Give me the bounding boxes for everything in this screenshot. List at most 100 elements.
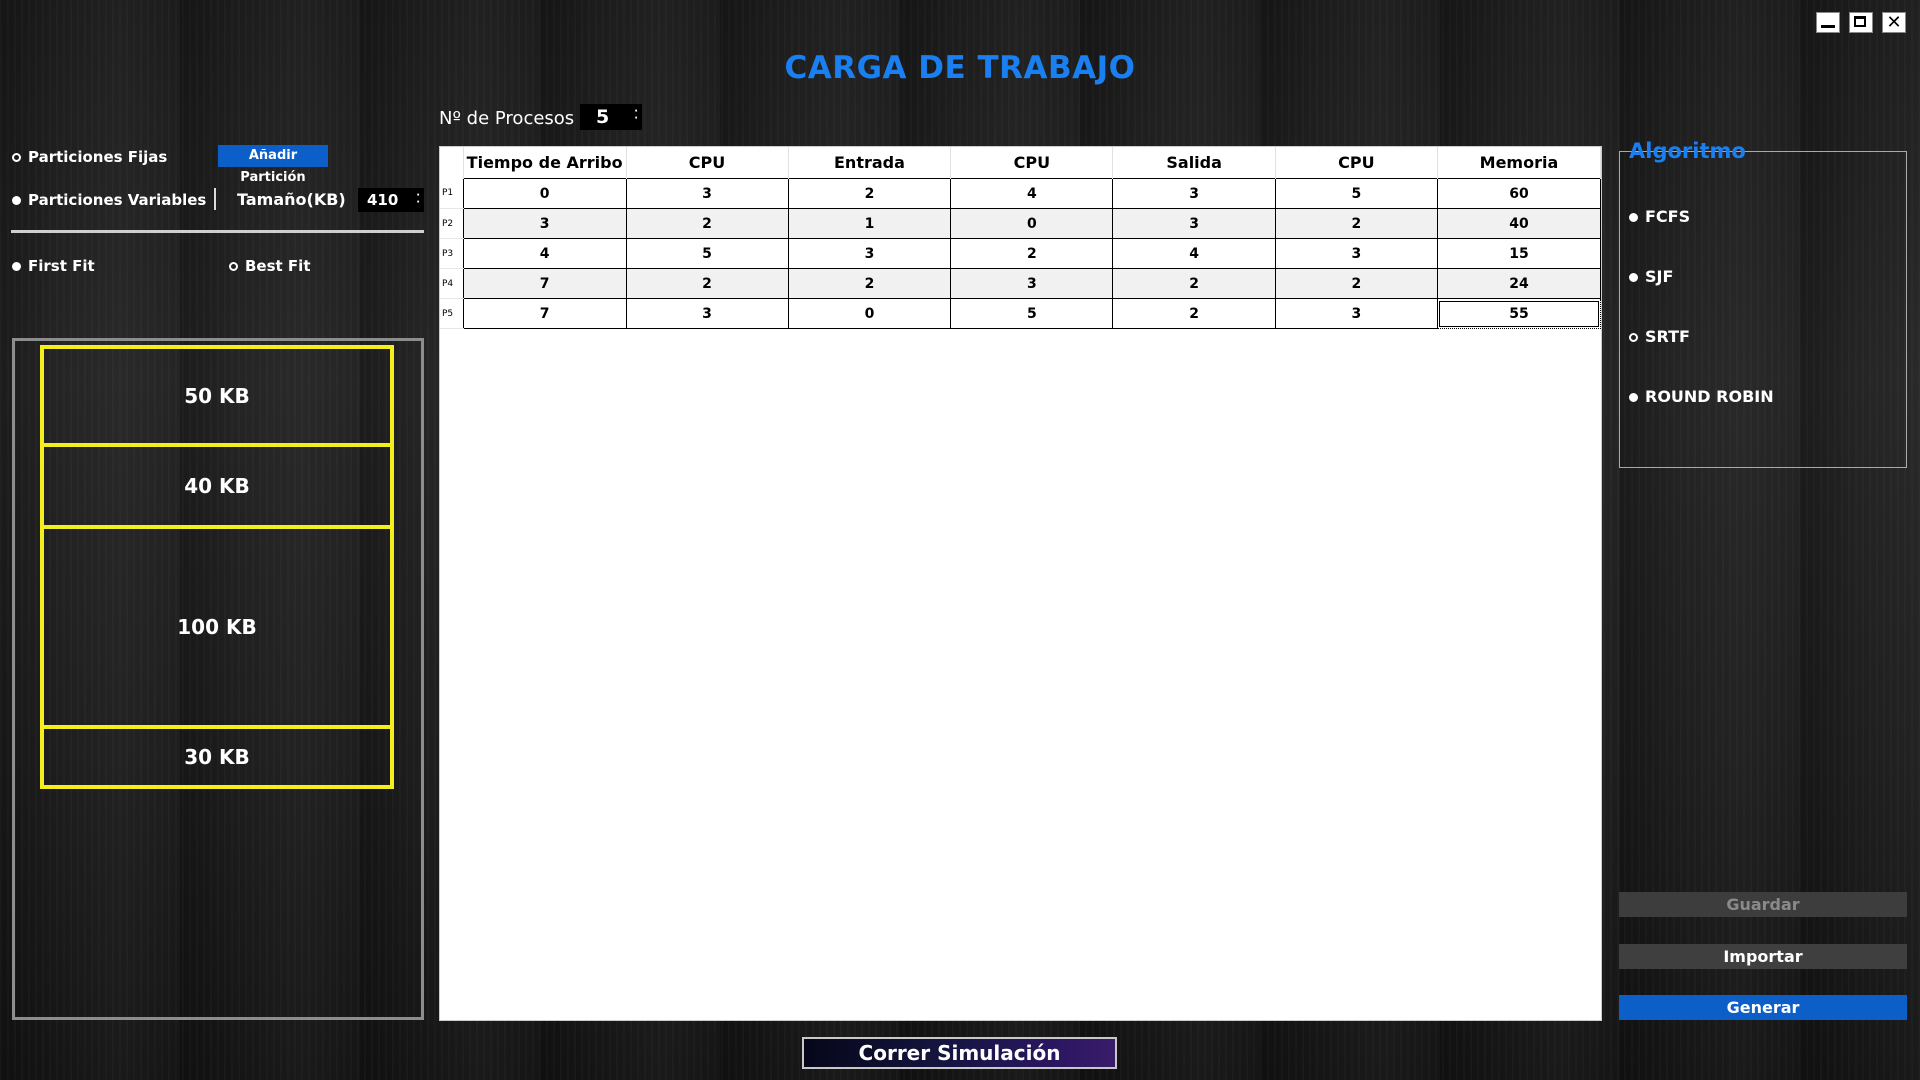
run-simulation-button[interactable]: Correr Simulación	[802, 1037, 1117, 1069]
save-button[interactable]: Guardar	[1619, 892, 1907, 917]
table-cell[interactable]: 1	[787, 208, 952, 239]
table-cell[interactable]: 2	[625, 268, 789, 299]
table-cell[interactable]: 4	[1112, 238, 1276, 269]
variable-partitions-option[interactable]: Particiones Variables	[12, 190, 206, 209]
table-cell[interactable]: 3	[1112, 208, 1276, 239]
best-fit-radio[interactable]	[229, 262, 238, 271]
table-header-row: Tiempo de Arribo CPU Entrada CPU Salida …	[440, 147, 1602, 179]
table-cell[interactable]: 40	[1436, 208, 1602, 239]
table-cell[interactable]: 3	[462, 208, 627, 239]
table-cell[interactable]: 3	[787, 238, 952, 269]
fixed-partitions-option[interactable]: Particiones Fijas	[12, 147, 167, 166]
table-cell[interactable]: 0	[462, 178, 627, 209]
table-cell[interactable]: 2	[1112, 298, 1276, 329]
divider	[11, 230, 424, 233]
table-cell[interactable]: 0	[787, 298, 952, 329]
column-header[interactable]: CPU	[950, 147, 1114, 179]
best-fit-label: Best Fit	[245, 257, 311, 275]
row-header[interactable]: P3	[440, 238, 464, 269]
row-header[interactable]: P2	[440, 208, 464, 239]
table-cell[interactable]: 2	[787, 268, 952, 299]
close-button[interactable]: ✕	[1882, 12, 1906, 33]
table-cell[interactable]: 0	[950, 208, 1114, 239]
table-cell[interactable]: 15	[1436, 238, 1602, 269]
first-fit-option[interactable]: First Fit	[12, 256, 95, 275]
srtf-label: SRTF	[1645, 327, 1690, 346]
memory-block: 100 KB	[40, 525, 394, 729]
row-header-corner	[440, 147, 464, 179]
table-cell[interactable]: 2	[625, 208, 789, 239]
sjf-radio[interactable]	[1629, 273, 1638, 282]
memory-block: 40 KB	[40, 443, 394, 529]
add-partition-button[interactable]: Añadir Partición	[218, 145, 328, 185]
process-count-value: 5	[596, 106, 610, 128]
sjf-label: SJF	[1645, 267, 1674, 286]
table-cell[interactable]: 2	[1112, 268, 1276, 299]
column-header[interactable]: Salida	[1112, 147, 1276, 179]
table-cell[interactable]: 4	[950, 178, 1114, 209]
minimize-button[interactable]	[1816, 12, 1840, 33]
column-header[interactable]: Entrada	[788, 147, 952, 179]
table-cell[interactable]: 3	[1112, 178, 1276, 209]
row-header[interactable]: P5	[440, 298, 464, 329]
table-cell[interactable]: 5	[625, 238, 789, 269]
separator	[214, 188, 216, 210]
maximize-button[interactable]	[1849, 12, 1873, 33]
table-cell[interactable]: 60	[1436, 178, 1602, 209]
table-cell[interactable]: 24	[1436, 268, 1602, 299]
algorithm-groupbox	[1619, 151, 1907, 468]
process-count-stepper[interactable]: 5 · ·	[580, 104, 642, 130]
table-row: P4 7 2 2 3 2 2 24	[440, 268, 1602, 299]
row-header[interactable]: P4	[440, 268, 464, 299]
table-cell[interactable]: 4	[462, 238, 627, 269]
stepper-arrows-icon[interactable]: · ·	[416, 191, 420, 208]
variable-partitions-radio[interactable]	[12, 196, 21, 205]
table-cell[interactable]: 3	[950, 268, 1114, 299]
algorithm-option-srtf[interactable]: SRTF	[1629, 327, 1690, 346]
page-title: CARGA DE TRABAJO	[784, 50, 1136, 86]
fixed-partitions-radio[interactable]	[12, 153, 21, 162]
first-fit-radio[interactable]	[12, 262, 21, 271]
memory-block-label: 40 KB	[184, 474, 250, 498]
algorithm-option-round-robin[interactable]: ROUND ROBIN	[1629, 387, 1774, 406]
fcfs-label: FCFS	[1645, 207, 1691, 226]
process-count-label: Nº de Procesos	[439, 108, 575, 129]
fcfs-radio[interactable]	[1629, 213, 1638, 222]
best-fit-option[interactable]: Best Fit	[229, 256, 311, 275]
variable-partitions-label: Particiones Variables	[28, 191, 207, 209]
column-header[interactable]: CPU	[1275, 147, 1438, 179]
column-header[interactable]: Tiempo de Arribo	[463, 147, 627, 179]
table-cell[interactable]: 5	[1274, 178, 1438, 209]
table-cell[interactable]: 3	[625, 298, 789, 329]
table-cell[interactable]: 2	[787, 178, 952, 209]
round-robin-radio[interactable]	[1629, 393, 1638, 402]
algorithm-option-sjf[interactable]: SJF	[1629, 267, 1673, 286]
generate-button[interactable]: Generar	[1619, 995, 1907, 1020]
table-cell[interactable]: 2	[1274, 208, 1438, 239]
table-row: P5 7 3 0 5 2 3 55	[440, 298, 1602, 329]
import-button[interactable]: Importar	[1619, 944, 1907, 969]
algorithm-option-fcfs[interactable]: FCFS	[1629, 207, 1690, 226]
workload-table-panel: Tiempo de Arribo CPU Entrada CPU Salida …	[439, 146, 1602, 1021]
table-cell[interactable]: 3	[625, 178, 789, 209]
stepper-arrows-icon[interactable]: · ·	[634, 107, 638, 124]
column-header[interactable]: Memoria	[1437, 147, 1602, 179]
table-cell[interactable]: 7	[462, 268, 627, 299]
table-cell[interactable]: 2	[1274, 268, 1438, 299]
table-cell[interactable]: 3	[1274, 238, 1438, 269]
row-header[interactable]: P1	[440, 178, 464, 209]
table-cell[interactable]: 5	[950, 298, 1114, 329]
column-header[interactable]: CPU	[626, 147, 789, 179]
size-value: 410	[367, 191, 399, 209]
memory-block-label: 100 KB	[177, 615, 257, 639]
workload-table: Tiempo de Arribo CPU Entrada CPU Salida …	[440, 147, 1602, 329]
fixed-partitions-label: Particiones Fijas	[28, 148, 168, 166]
table-cell[interactable]: 3	[1274, 298, 1438, 329]
srtf-radio[interactable]	[1629, 333, 1638, 342]
table-cell-selected[interactable]: 55	[1436, 298, 1602, 329]
table-cell[interactable]: 2	[950, 238, 1114, 269]
size-label: Tamaño(KB)	[237, 190, 346, 209]
table-cell[interactable]: 7	[462, 298, 627, 329]
size-stepper[interactable]: 410 · ·	[358, 188, 424, 212]
table-row: P1 0 3 2 4 3 5 60	[440, 178, 1602, 209]
